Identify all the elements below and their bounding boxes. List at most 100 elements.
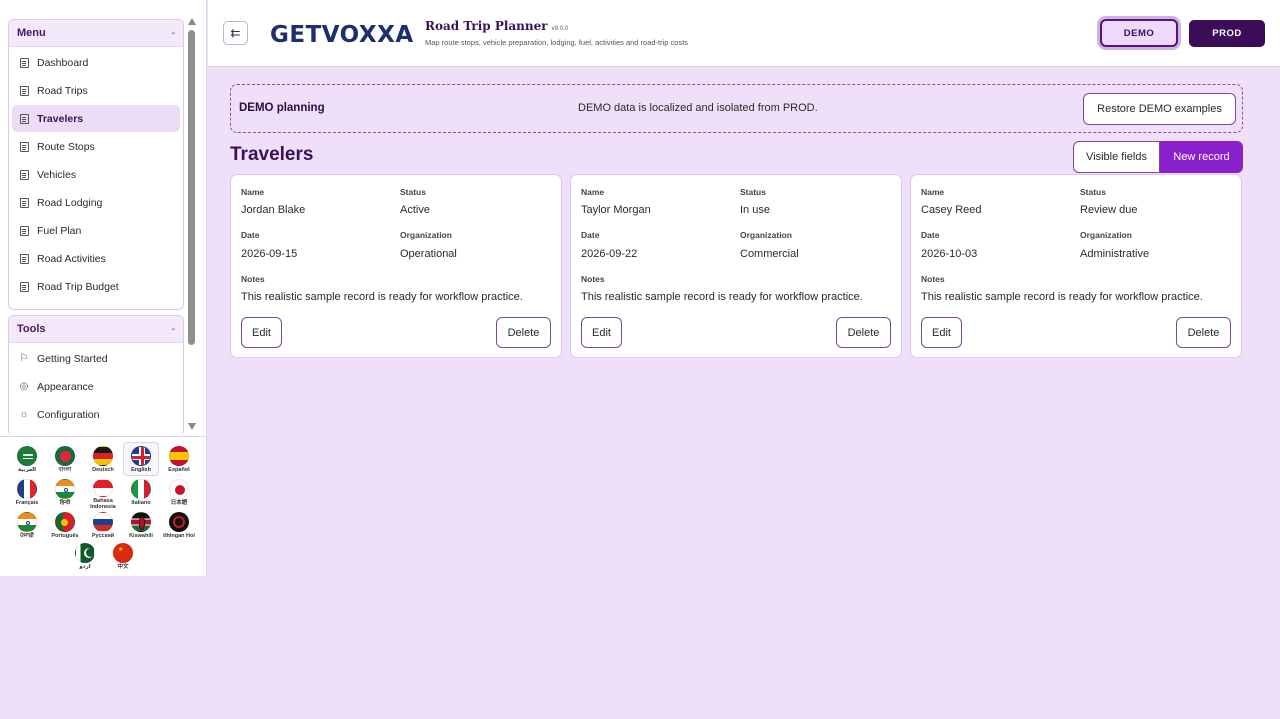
record-card: Name Jordan Blake Status Active Date 202… [230,174,562,358]
edit-button[interactable]: Edit [921,317,962,348]
demo-banner: DEMO planning DEMO data is localized and… [230,84,1243,133]
flag-label: ਪੰਜਾਬੀ [20,533,34,539]
document-icon [19,169,29,180]
sidebar-item-getting-started[interactable]: ⚐ Getting Started [12,345,180,372]
name-label: Name [241,187,265,197]
menu-group-header[interactable]: Menu - [9,20,183,47]
organization-label: Organization [400,230,452,240]
app-title: Road Trip Planner [425,19,548,33]
document-icon [19,281,29,292]
flag-french[interactable]: Français [9,476,45,510]
organization-label: Organization [1080,230,1132,240]
document-icon [19,57,29,68]
flag-german[interactable]: Deutsch [85,443,121,477]
tools-group-title: Tools [17,323,46,335]
name-value: Jordan Blake [241,204,306,216]
delete-button[interactable]: Delete [1176,317,1231,348]
sidebar-item-label: Fuel Plan [37,224,82,237]
flag-label: বাংলা [58,467,72,473]
date-label: Date [581,230,600,240]
sidebar-nav: Menu - Dashboard Road Trips Travelers Ro… [0,0,200,433]
new-record-button[interactable]: New record [1160,141,1243,173]
sidebar-item-dashboard[interactable]: Dashboard [12,49,180,76]
french-flag-icon [17,479,37,499]
collapse-icon[interactable]: - [172,28,175,39]
sidebar-item-fuel-plan[interactable]: Fuel Plan [12,217,180,244]
sidebar-toggle-button[interactable]: ⇇ [223,21,248,45]
env-prod-button[interactable]: PROD [1189,20,1265,47]
collapse-menu-icon: ⇇ [230,26,241,40]
flag-bengali[interactable]: বাংলা [47,443,83,477]
sidebar-item-appearance[interactable]: ◎ Appearance [12,373,180,400]
delete-button[interactable]: Delete [836,317,891,348]
sidebar-item-road-trip-budget[interactable]: Road Trip Budget [12,273,180,300]
flag-punjabi[interactable]: ਪੰਜਾਬੀ [9,509,45,543]
sidebar-item-label: Road Activities [37,252,106,265]
edit-button[interactable]: Edit [241,317,282,348]
flag-label: Français [15,500,39,506]
flag-label: English [131,467,151,473]
flag-spanish[interactable]: Español [161,443,197,477]
scroll-up-icon[interactable] [188,18,196,25]
language-selector: العربية বাংলা Deutsch English Español Fr… [0,436,207,576]
flag-indonesian[interactable]: Bahasa Indonesia [85,476,121,510]
document-icon [19,113,29,124]
flag-swahili[interactable]: Kiswahili [123,509,159,543]
status-value: In use [740,204,770,216]
sidebar-item-road-trips[interactable]: Road Trips [12,77,180,104]
delete-button[interactable]: Delete [496,317,551,348]
banner-title: DEMO planning [239,102,325,114]
flag-label: tlhIngan Hol [163,533,195,539]
flag-hindi[interactable]: हिन्दी [47,476,83,510]
visible-fields-button[interactable]: Visible fields [1073,141,1160,173]
flag-klingon[interactable]: tlhIngan Hol [161,509,197,543]
flag-label: 中文 [117,564,129,570]
organization-label: Organization [740,230,792,240]
scroll-down-icon[interactable] [188,423,196,430]
flag-japanese[interactable]: 日本語 [161,476,197,510]
document-icon [19,197,29,208]
notes-value: This realistic sample record is ready fo… [241,291,523,303]
status-label: Status [1080,187,1106,197]
scrollbar-thumb[interactable] [188,30,195,345]
sidebar-item-configuration[interactable]: ☼ Configuration [12,401,180,428]
tools-group-header[interactable]: Tools - [9,316,183,343]
sidebar-item-road-activities[interactable]: Road Activities [12,245,180,272]
menu-group-title: Menu [17,27,46,39]
flag-urdu[interactable]: اردو [67,540,103,574]
collapse-icon[interactable]: - [172,324,175,335]
date-value: 2026-09-22 [581,248,638,260]
flag-chinese[interactable]: ★ 中文 [105,540,141,574]
flag-label: 日本語 [170,500,188,506]
restore-demo-button[interactable]: Restore DEMO examples [1083,93,1236,125]
document-icon [19,225,29,236]
klingon-flag-icon [169,512,189,532]
page-title: Travelers [230,144,314,165]
italian-flag-icon [131,479,151,499]
sidebar-scrollbar[interactable] [186,18,198,430]
status-label: Status [740,187,766,197]
spanish-flag-icon [169,446,189,466]
flag-english[interactable]: English [123,442,159,476]
organization-value: Administrative [1080,248,1150,260]
flag-arabic[interactable]: العربية [9,443,45,477]
status-value: Active [400,204,430,216]
flag-italian[interactable]: Italiano [123,476,159,510]
name-label: Name [581,187,605,197]
sidebar-item-travelers[interactable]: Travelers [12,105,180,132]
sidebar-item-route-stops[interactable]: Route Stops [12,133,180,160]
flag-portuguese[interactable]: Português [47,509,83,543]
flag-label: हिन्दी [59,500,71,506]
sidebar-item-label: Dashboard [37,56,89,69]
sidebar-item-vehicles[interactable]: Vehicles [12,161,180,188]
banner-message: DEMO data is localized and isolated from… [578,102,818,114]
sidebar-item-road-lodging[interactable]: Road Lodging [12,189,180,216]
flag-label: اردو [79,564,91,570]
flag-russian[interactable]: Русский [85,509,121,543]
edit-button[interactable]: Edit [581,317,622,348]
record-card: Name Taylor Morgan Status In use Date 20… [570,174,902,358]
date-value: 2026-10-03 [921,248,978,260]
env-demo-button[interactable]: DEMO [1100,19,1178,47]
document-icon [19,141,29,152]
app-header: ⇇ GETVOXXA Road Trip Planner v9.0.0 Map r… [208,0,1280,67]
